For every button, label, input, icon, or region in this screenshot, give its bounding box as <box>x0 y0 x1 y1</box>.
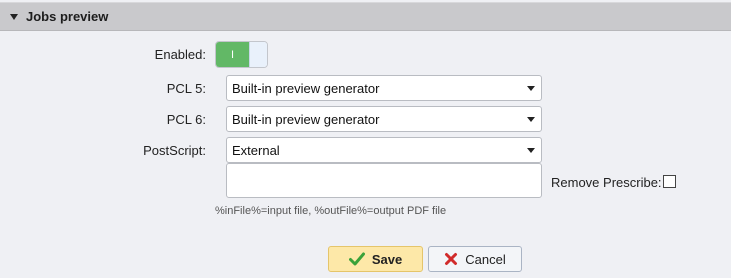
x-icon <box>445 253 458 265</box>
remove-prescribe-label: Remove Prescribe: <box>551 175 662 190</box>
postscript-selected-value: External <box>232 142 280 158</box>
jobs-preview-panel-header[interactable]: Jobs preview <box>0 2 731 31</box>
panel-title: Jobs preview <box>26 9 109 24</box>
pcl5-selected-value: Built-in preview generator <box>232 80 380 96</box>
cancel-button[interactable]: Cancel <box>428 246 522 272</box>
save-button[interactable]: Save <box>328 246 423 272</box>
toggle-on-indicator: I <box>216 42 249 67</box>
caret-down-icon <box>10 13 18 20</box>
placeholder-hint: %inFile%=input file, %outFile%=output PD… <box>215 205 447 217</box>
checkmark-icon <box>348 252 365 266</box>
postscript-select[interactable]: External <box>226 137 542 163</box>
pcl5-select[interactable]: Built-in preview generator <box>226 75 542 101</box>
toggle-handle <box>249 42 267 67</box>
chevron-down-icon <box>527 116 535 122</box>
pcl6-select[interactable]: Built-in preview generator <box>226 106 542 132</box>
save-label: Save <box>371 251 403 267</box>
pcl5-label: PCL 5: <box>166 81 206 96</box>
pcl6-label: PCL 6: <box>166 112 206 127</box>
cancel-label: Cancel <box>465 251 506 267</box>
chevron-down-icon <box>527 85 535 91</box>
postscript-label: PostScript: <box>143 143 206 158</box>
enabled-toggle[interactable]: I <box>215 41 268 68</box>
external-command-input[interactable] <box>226 163 542 198</box>
enabled-label: Enabled: <box>154 47 206 62</box>
pcl6-selected-value: Built-in preview generator <box>232 111 380 127</box>
remove-prescribe-checkbox[interactable] <box>663 175 676 188</box>
chevron-down-icon <box>527 147 535 153</box>
